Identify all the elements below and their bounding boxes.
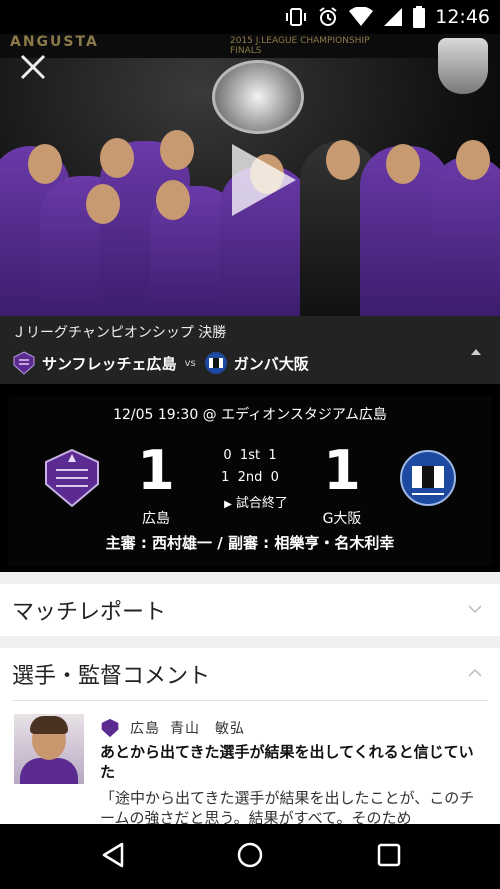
- sanfrecce-crest-icon: [45, 448, 99, 508]
- back-icon[interactable]: [98, 840, 128, 870]
- player-photo: [14, 714, 84, 784]
- second-half-score: 1 2nd 0: [221, 470, 279, 485]
- alarm-icon: [319, 7, 337, 26]
- referees-line: 主審 : 西村雄一 / 副審 : 相樂亨・名木利幸: [105, 534, 395, 552]
- navigation-bar: [0, 824, 500, 889]
- sanfrecce-emblem-icon: [13, 351, 35, 375]
- competition-title: Ｊリーグチャンピオンシップ 決勝: [12, 325, 227, 341]
- content-area: マッチレポート 選手・監督コメント 広島 青山 敏弘 あとから出てきた選手が結果…: [0, 572, 500, 827]
- home-team-name: サンフレッチェ広島: [42, 354, 177, 373]
- vs-label: vs: [184, 357, 196, 369]
- away-score: 1: [323, 439, 361, 502]
- trophy-cup-image: [438, 38, 488, 94]
- video-thumbnail[interactable]: ANGUSTA 2015 J.LEAGUE CHAMPIONSHIP FINAL…: [0, 34, 500, 316]
- divider: [12, 700, 488, 701]
- chevron-up-icon[interactable]: [468, 668, 482, 678]
- comments-section: 選手・監督コメント 広島 青山 敏弘 あとから出てきた選手が結果を出してくれると…: [0, 648, 500, 827]
- teams-line: サンフレッチェ広島 vs ガンバ大阪: [12, 350, 309, 376]
- match-header: Ｊリーグチャンピオンシップ 決勝 サンフレッチェ広島 vs ガンバ大阪: [0, 316, 500, 384]
- match-status-text: 試合終了: [235, 496, 288, 511]
- speaker-name: 青山 敏弘: [170, 721, 245, 737]
- speaker-club: 広島: [130, 721, 160, 737]
- gamba-crest-icon: [400, 450, 456, 506]
- play-icon[interactable]: [218, 138, 302, 222]
- close-icon[interactable]: [18, 52, 48, 82]
- battery-icon: [413, 6, 426, 28]
- comments-title: 選手・監督コメント: [12, 664, 211, 689]
- comment-headline[interactable]: あとから出てきた選手が結果を出してくれると信じていた: [100, 742, 488, 782]
- home-abbr: 広島: [142, 511, 170, 527]
- vibrate-icon: [286, 8, 307, 26]
- home-score: 1: [137, 439, 175, 502]
- away-team-name: ガンバ大阪: [233, 354, 309, 373]
- signal-icon: [384, 8, 403, 26]
- status-icons: 12:46: [285, 0, 490, 34]
- status-bar: 12:46: [0, 0, 500, 34]
- club-emblem-icon: [101, 718, 119, 738]
- banner-left-text: ANGUSTA: [10, 34, 99, 50]
- first-half-score: 0 1st 1: [223, 448, 277, 463]
- match-report-section[interactable]: マッチレポート: [0, 584, 500, 636]
- banner-right-text: 2015 J.LEAGUE CHAMPIONSHIP FINALS: [230, 36, 370, 56]
- wifi-icon: [349, 7, 374, 26]
- championship-plate-image: [212, 60, 304, 134]
- status-arrow-icon: ▶: [224, 499, 232, 510]
- match-venue: 12/05 19:30 @ エディオンスタジアム広島: [113, 407, 387, 423]
- scoreboard: 12/05 19:30 @ エディオンスタジアム広島 1 0 1st 1 1 2…: [8, 396, 492, 566]
- speaker-row: 広島 青山 敏弘: [100, 718, 245, 738]
- match-report-title: マッチレポート: [12, 600, 167, 625]
- match-status: ▶ 試合終了: [212, 492, 300, 511]
- stadium-banner: ANGUSTA 2015 J.LEAGUE CHAMPIONSHIP FINAL…: [0, 34, 500, 58]
- comment-body: 「途中から出てきた選手が結果を出したことが、このチームの強さだと思う。結果がすべ…: [100, 789, 475, 827]
- home-icon[interactable]: [235, 840, 265, 870]
- gamba-emblem-icon: [204, 352, 227, 374]
- status-time: 12:46: [435, 6, 490, 28]
- collapse-arrow-icon[interactable]: [470, 346, 482, 358]
- recent-apps-icon[interactable]: [374, 840, 404, 870]
- chevron-down-icon[interactable]: [468, 604, 482, 614]
- away-abbr: G大阪: [322, 511, 362, 527]
